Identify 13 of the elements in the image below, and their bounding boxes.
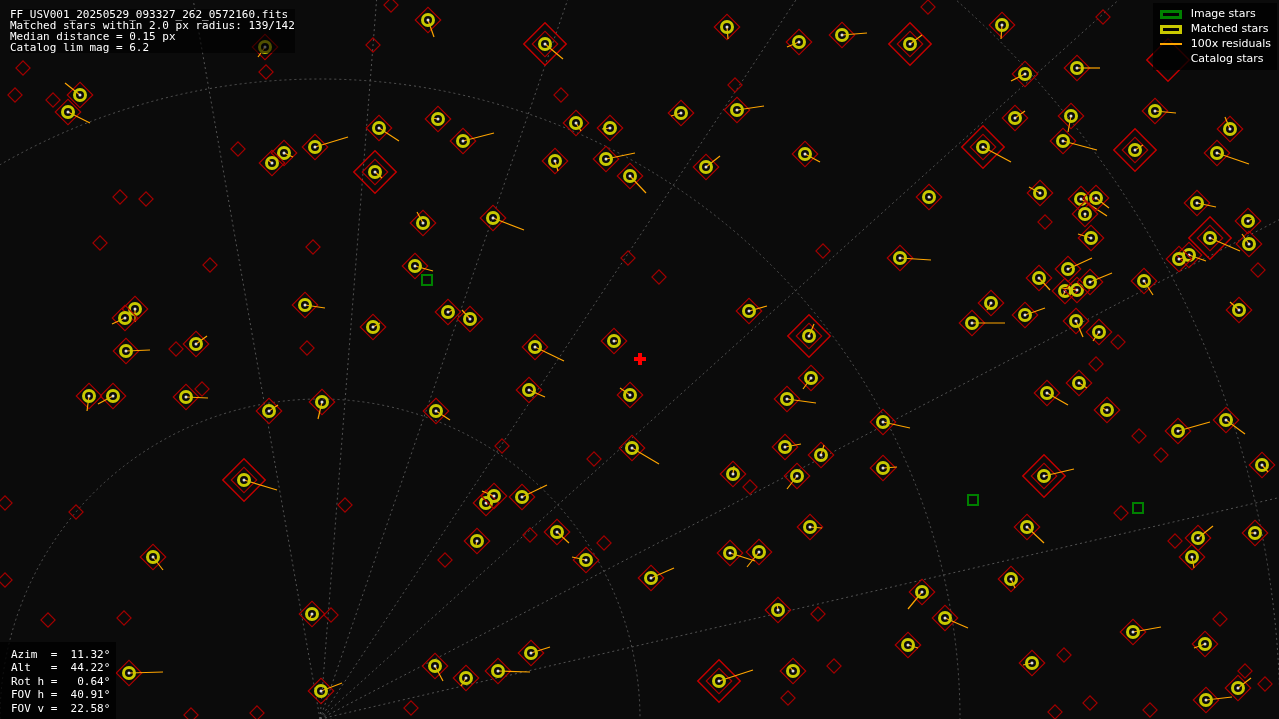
legend-label: Catalog stars xyxy=(1190,52,1264,66)
info-text: Catalog lim mag = 6.2 xyxy=(10,42,151,53)
legend-label: Matched stars xyxy=(1190,22,1269,36)
legend-label: 100x residuals xyxy=(1190,37,1271,51)
info-text: Matched stars within 2.0 px radius: 139/142 xyxy=(10,20,295,31)
pointing-text: Azim = 11.32° xyxy=(11,647,111,661)
pointing-text: FOV v = 22.58° xyxy=(11,701,111,715)
pointing-text: FOV h = 40.91° xyxy=(11,688,111,702)
info-text: FF_USV001_20250529_093327_262_0572160.fits xyxy=(10,9,290,20)
pointing-text: Alt = 44.22° xyxy=(11,661,111,675)
pointing-text: Rot h = 0.64° xyxy=(11,674,111,688)
info-text: Median distance = 0.15 px xyxy=(10,31,176,42)
legend-label: Image stars xyxy=(1190,7,1256,21)
